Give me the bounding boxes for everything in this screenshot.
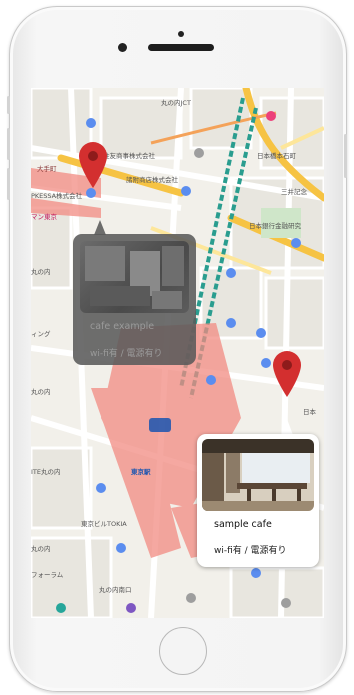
side-button-right xyxy=(344,134,347,178)
side-button-left-2 xyxy=(7,128,10,160)
map-label: フォーラム xyxy=(31,571,64,579)
map-label: 日本銀行金融研究 xyxy=(249,222,301,230)
map-label: 丸の内 xyxy=(31,388,51,396)
cafe-amenities: wi-fi有 / 電源有り xyxy=(214,546,287,556)
map-label: 丸の内南口 xyxy=(99,586,132,594)
map-label: 諸附商店株式会社 xyxy=(126,176,178,184)
map-screen[interactable]: 丸の内JCT 住友商事株式会社 諸附商店株式会社 大手町 PKESSA株式会社 … xyxy=(31,88,324,618)
cafe-photo xyxy=(80,241,189,313)
map-label: 日本橋本石町 xyxy=(257,152,296,160)
cafe-card-inactive[interactable]: cafe example wi-fi有 / 電源有り xyxy=(73,234,196,365)
card-pointer xyxy=(281,419,293,435)
map-pin-icon[interactable] xyxy=(272,350,302,398)
side-button-left-1 xyxy=(7,96,10,114)
proximity-sensor xyxy=(178,31,184,37)
home-button[interactable] xyxy=(159,627,207,675)
cafe-card-active[interactable]: sample cafe wi-fi有 / 電源有り xyxy=(197,434,319,567)
map-label: 丸の内JCT xyxy=(161,99,191,107)
cafe-name: sample cafe xyxy=(214,519,272,530)
map-pin-icon[interactable] xyxy=(78,141,108,189)
map-label: マン東京 xyxy=(31,213,57,221)
map-label: 東京ビルTOKIA xyxy=(81,520,127,528)
cafe-name: cafe example xyxy=(90,321,155,332)
map-label: 三井記念 xyxy=(281,188,307,196)
card-pointer xyxy=(94,220,106,235)
map-label: ィング xyxy=(31,330,51,338)
map-label: 住友商事株式会社 xyxy=(103,152,155,160)
map-label: 丸の内 xyxy=(31,268,51,276)
map-label: 丸の内 xyxy=(31,545,51,553)
cafe-photo xyxy=(202,439,314,511)
front-camera xyxy=(118,43,127,52)
map-label: 日本 xyxy=(303,408,316,416)
cafe-amenities: wi-fi有 / 電源有り xyxy=(90,349,163,359)
map-label: 東京駅 xyxy=(131,468,151,476)
earpiece-speaker xyxy=(148,44,214,51)
side-button-left-3 xyxy=(7,168,10,200)
map-label: PKESSA株式会社 xyxy=(31,192,83,200)
map-label: 大手町 xyxy=(37,165,57,173)
map-label: ITE丸の内 xyxy=(31,468,61,476)
